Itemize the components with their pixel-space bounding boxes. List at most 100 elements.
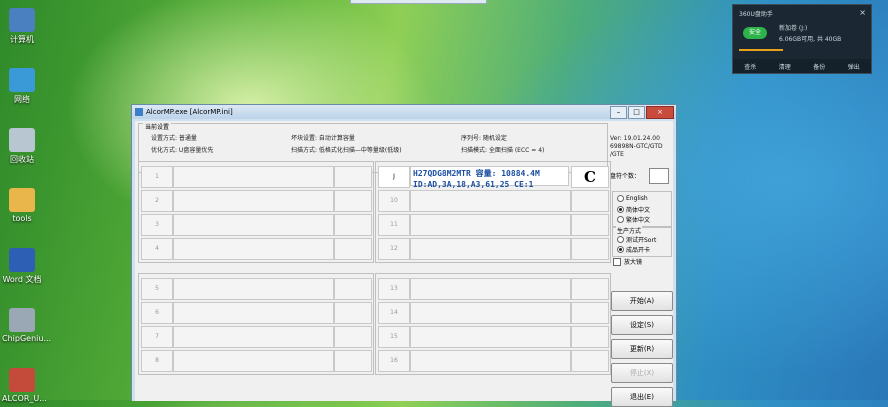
window-client: 当前设置 设置方式: 普通量 优化方式: U盘容量优先 坏块设置: 自动计算容量… [135, 121, 673, 407]
port-row: 14 [376, 300, 610, 324]
desktop-icon-label: ALCOR_U... [2, 394, 47, 403]
port-drive [571, 350, 609, 372]
scan-button[interactable]: 查杀 [744, 62, 756, 71]
port-row: 4 [139, 236, 373, 260]
radio-option[interactable]: 测试开Sort [617, 235, 656, 244]
widget-title: 360U盘助手 [739, 11, 773, 18]
usb-drive-icon [9, 308, 35, 332]
port-row: 8 [139, 348, 373, 372]
desktop-icon[interactable]: tools [2, 188, 42, 223]
radio-label: 简体中文 [626, 207, 651, 214]
widget-footer: 查杀 清理 备份 弹出 [733, 59, 871, 73]
ports-block-1: 1234 [138, 161, 374, 263]
desktop-icon-label: Word 文档 [2, 275, 42, 284]
port-drive [334, 214, 372, 236]
port-row: 13 [376, 276, 610, 300]
radio-button[interactable] [617, 236, 624, 243]
top-window-edge [350, 0, 487, 4]
enlarge-checkbox[interactable]: 放大镜 [613, 257, 642, 266]
port-row: J H27QDG8M2MTR 容量: 10884.4M ID:AD,3A,18,A3… [376, 164, 610, 200]
clean-button[interactable]: 清理 [779, 62, 791, 71]
checkbox-box[interactable] [613, 257, 621, 266]
backup-button[interactable]: 备份 [813, 62, 825, 71]
minimize-button[interactable]: – [610, 106, 627, 119]
setting-badblock: 坏块设置: 自动计算容量 [291, 135, 355, 142]
port-status [410, 214, 571, 236]
radio-option[interactable]: English [617, 195, 648, 202]
desktop-icon[interactable]: ALCOR_U... [2, 368, 47, 403]
desktop-icon[interactable]: Word 文档 [2, 248, 42, 285]
eject-button[interactable]: 弹出 [848, 62, 860, 71]
settings-button[interactable]: 设定(S) [611, 315, 673, 335]
port-number: 14 [378, 302, 410, 324]
production-label: 生产方式 [616, 226, 643, 235]
setting-scan: 扫描方式: 低格式化扫描—中等量级(低级) [291, 147, 402, 154]
port-number: 8 [141, 350, 173, 372]
enlarge-label: 放大镜 [624, 259, 643, 266]
desktop-icon-label: 回收站 [10, 155, 34, 164]
desktop-icon[interactable]: ChipGeniu... [2, 308, 52, 343]
port-status [173, 278, 334, 300]
close-button[interactable]: × [646, 106, 674, 119]
desktop-icon[interactable]: 计算机 [2, 8, 42, 45]
port-status [173, 302, 334, 324]
port-number: 1 [141, 166, 173, 188]
radio-option[interactable]: 简体中文 [617, 205, 650, 214]
version-line: 69898N-GTC/GTD [610, 143, 663, 150]
port-drive [571, 190, 609, 212]
stop-button[interactable]: 退出(E) [611, 387, 673, 407]
port-drive [334, 302, 372, 324]
port-drive [334, 326, 372, 348]
exit-button[interactable]: 停止(X) [611, 363, 673, 383]
port-drive [334, 166, 372, 188]
radio-button[interactable] [617, 195, 624, 202]
radio-option[interactable]: 成品开卡 [617, 245, 650, 254]
port-status [410, 238, 571, 260]
desktop-icon[interactable]: 网络 [2, 68, 42, 105]
port-drive [571, 326, 609, 348]
port-status [173, 166, 334, 188]
radio-button[interactable] [617, 206, 624, 213]
window-title: AlcorMP.exe [AlcorMP.ini] [146, 108, 233, 116]
port-status [410, 350, 571, 372]
port-status [410, 278, 571, 300]
setting-mode: 设置方式: 普通量 [151, 135, 197, 142]
close-icon[interactable]: × [859, 8, 866, 17]
radio-label: English [626, 195, 648, 202]
port-drive [334, 278, 372, 300]
port-row: 1 [139, 164, 373, 188]
port-row: 10 [376, 188, 610, 212]
radio-button[interactable] [617, 216, 624, 223]
start-button[interactable]: 开始(A) [611, 291, 673, 311]
radio-option[interactable]: 繁体中文 [617, 215, 650, 224]
port-drive: C [571, 166, 609, 188]
radio-button[interactable] [617, 246, 624, 253]
ports-block-2: 5678 [138, 273, 374, 375]
language-group: English 简体中文 繁体中文 [612, 191, 672, 227]
ports-block-4: 13 14 15 16 [375, 273, 611, 375]
port-status [410, 302, 571, 324]
group-title: 当前设置 [143, 122, 172, 131]
flash-id-line: H27QDG8M2MTR 容量: 10884.4M [413, 169, 540, 178]
port-status [173, 326, 334, 348]
port-drive [571, 238, 609, 260]
port-number: 13 [378, 278, 410, 300]
version-line: Ver: 19.01.24.00 [610, 135, 660, 142]
word-document-icon [9, 248, 35, 272]
port-number: 3 [141, 214, 173, 236]
port-row: 3 [139, 212, 373, 236]
maximize-button[interactable]: □ [628, 106, 645, 119]
folder-icon [9, 188, 35, 212]
count-input[interactable] [649, 168, 669, 184]
port-number: 5 [141, 278, 173, 300]
port-row: 16 [376, 348, 610, 372]
desktop-icon[interactable]: 回收站 [2, 128, 42, 165]
desktop-icon-label: ChipGeniu... [2, 334, 52, 343]
port-row: 7 [139, 324, 373, 348]
refresh-button[interactable]: 更新(R) [611, 339, 673, 359]
port-number: 10 [378, 190, 410, 212]
window-titlebar[interactable]: AlcorMP.exe [AlcorMP.ini] – □ × [132, 105, 676, 119]
port-number: 6 [141, 302, 173, 324]
drive-name: 新加卷 (J:) [779, 25, 808, 32]
port-status [173, 214, 334, 236]
